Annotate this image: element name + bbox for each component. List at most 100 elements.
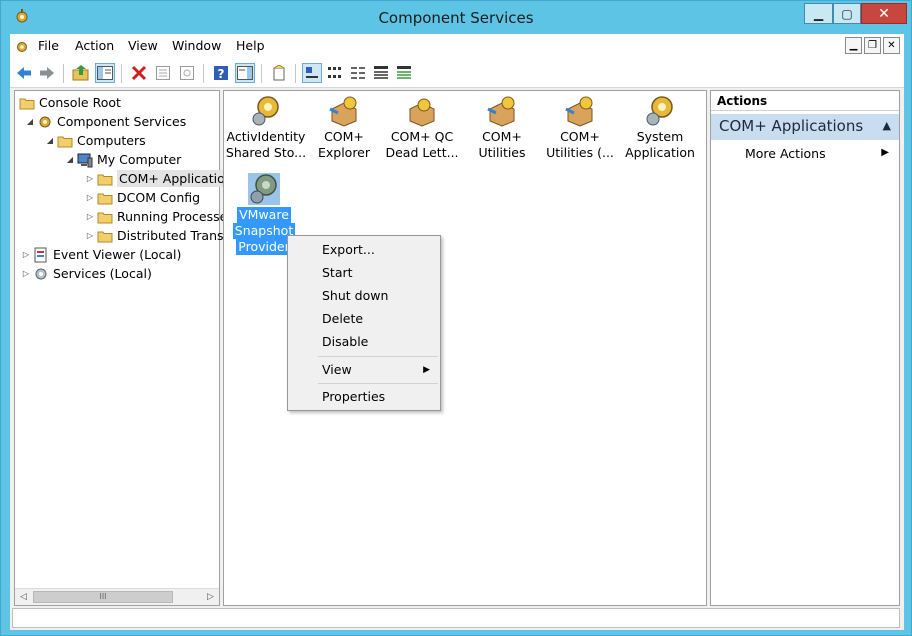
tree-horizontal-scrollbar[interactable]: ◁ III ▷ — [15, 588, 219, 605]
more-actions-item[interactable]: More Actions — [745, 146, 826, 161]
app-label: COM+ — [560, 129, 600, 144]
forward-button[interactable] — [37, 63, 57, 83]
delete-button[interactable] — [129, 63, 149, 83]
scroll-left-arrow-icon[interactable]: ◁ — [15, 589, 32, 605]
menu-bar: File Action View Window Help ▁ ❐ ✕ — [10, 34, 904, 58]
menu-action[interactable]: Action — [75, 38, 114, 53]
context-menu-start[interactable]: Start — [288, 262, 440, 284]
folder-icon — [97, 231, 113, 242]
toolbar-separator — [261, 64, 262, 83]
tree-item-computers[interactable]: ◢ Computers — [45, 131, 146, 150]
context-menu-delete[interactable]: Delete — [288, 308, 440, 330]
actions-section-com-applications[interactable]: COM+ Applications ▲ — [711, 114, 899, 140]
menu-help[interactable]: Help — [236, 38, 265, 53]
tree-item-label: Event Viewer (Local) — [53, 247, 182, 262]
component-services-window: Component Services ▁ ▢ ✕ File Action Vie… — [0, 0, 912, 636]
tree-item-distributed-transaction[interactable]: ▷ Distributed Transa — [85, 226, 231, 245]
tree-item-console-root[interactable]: Console Root — [19, 93, 121, 112]
tree-item-running-processes[interactable]: ▷ Running Processe — [85, 207, 227, 226]
toolbar-separator — [203, 64, 204, 83]
context-menu-properties[interactable]: Properties — [288, 386, 440, 408]
folder-icon — [57, 136, 73, 147]
context-menu-view-label: View — [322, 362, 352, 377]
tree-item-dcom-config[interactable]: ▷ DCOM Config — [85, 188, 200, 207]
tree-item-label: Distributed Transa — [117, 228, 232, 243]
app-actividentity[interactable]: ActivIdentity Shared Sto... — [224, 95, 308, 161]
detail-view-button[interactable] — [371, 63, 391, 83]
tree-item-label: My Computer — [97, 152, 182, 167]
window-title: Component Services — [378, 9, 534, 27]
tree-item-component-services[interactable]: ◢ Component Services — [25, 112, 186, 131]
properties-button[interactable] — [153, 63, 173, 83]
menu-view[interactable]: View — [128, 38, 158, 53]
console-tree[interactable]: Console Root ◢ Component Services ◢ Comp… — [14, 90, 231, 606]
maximize-button[interactable]: ▢ — [833, 3, 861, 24]
tree-item-label: Console Root — [39, 95, 121, 110]
menu-file[interactable]: File — [38, 38, 59, 53]
expand-arrow-icon[interactable]: ▷ — [21, 269, 31, 278]
scroll-right-arrow-icon[interactable]: ▷ — [202, 589, 219, 605]
app-label: Application — [625, 145, 695, 160]
app-label: Utilities — [478, 145, 526, 160]
expand-arrow-icon[interactable]: ▷ — [85, 174, 95, 183]
app-label: Explorer — [317, 145, 371, 160]
app-label: Dead Lett... — [385, 145, 459, 160]
help-button[interactable]: ? — [211, 63, 231, 83]
up-one-level-button[interactable] — [71, 63, 91, 83]
collapse-arrow-icon[interactable]: ◢ — [25, 117, 35, 126]
expand-arrow-icon[interactable]: ▷ — [85, 193, 95, 202]
context-menu-separator — [318, 383, 438, 384]
event-viewer-icon — [34, 247, 47, 262]
app-com-explorer[interactable]: COM+ Explorer — [302, 95, 386, 161]
submenu-arrow-icon[interactable]: ▶ — [881, 147, 889, 158]
show-hide-action-pane-button[interactable] — [235, 63, 255, 83]
app-system-application[interactable]: System Application — [618, 95, 702, 161]
menu-window[interactable]: Window — [172, 38, 221, 53]
tree-item-my-computer[interactable]: ◢ My Computer — [65, 150, 181, 169]
mdi-restore-button[interactable]: ❐ — [864, 37, 881, 54]
console-icon[interactable] — [14, 38, 30, 54]
collapse-up-arrow-icon[interactable]: ▲ — [883, 119, 891, 132]
folder-icon — [97, 212, 113, 223]
tree-item-com-applications[interactable]: ▷ COM+ Applicatio — [85, 169, 227, 188]
collapse-arrow-icon[interactable]: ◢ — [45, 136, 55, 145]
collapse-arrow-icon[interactable]: ◢ — [65, 155, 75, 164]
com-application-gear-icon — [646, 96, 673, 126]
close-button[interactable]: ✕ — [861, 3, 907, 24]
expand-arrow-icon[interactable]: ▷ — [85, 212, 95, 221]
context-menu-shut-down[interactable]: Shut down — [288, 285, 440, 307]
new-button[interactable] — [269, 63, 289, 83]
expand-arrow-icon[interactable]: ▷ — [85, 231, 95, 240]
tree-item-services[interactable]: ▷ Services (Local) — [21, 264, 152, 283]
list-view-button[interactable] — [348, 63, 368, 83]
large-icons-view-button[interactable] — [302, 63, 322, 83]
title-bar[interactable]: Component Services ▁ ▢ ✕ — [1, 1, 911, 34]
app-label: VMware — [237, 207, 291, 223]
export-list-button[interactable] — [177, 63, 197, 83]
app-com-qc-dead-letter[interactable]: COM+ QC Dead Lett... — [380, 95, 464, 161]
small-icons-view-button[interactable] — [325, 63, 345, 83]
small-icons-view — [328, 67, 341, 78]
app-com-utilities[interactable]: COM+ Utilities — [460, 95, 544, 161]
context-menu-view[interactable]: View ▶ — [288, 359, 440, 381]
app-label: Utilities (... — [546, 145, 614, 160]
com-application-box-icon — [409, 98, 435, 127]
status-view-button[interactable] — [394, 63, 414, 83]
expand-arrow-icon[interactable]: ▷ — [21, 250, 31, 259]
mdi-minimize-button[interactable]: ▁ — [845, 37, 862, 54]
tree-item-event-viewer[interactable]: ▷ Event Viewer (Local) — [21, 245, 181, 264]
back-button[interactable] — [14, 63, 34, 83]
com-application-box-icon — [487, 96, 515, 127]
context-menu-disable[interactable]: Disable — [288, 331, 440, 353]
show-hide-tree-button[interactable] — [95, 63, 115, 83]
actions-pane: Actions COM+ Applications ▲ More Actions… — [710, 90, 900, 606]
minimize-button[interactable]: ▁ — [804, 3, 833, 24]
forward-icon — [40, 67, 54, 79]
app-label: ActivIdentity — [226, 129, 306, 144]
list-view — [351, 67, 365, 79]
context-menu-export[interactable]: Export... — [288, 239, 440, 261]
mdi-close-button[interactable]: ✕ — [883, 37, 900, 54]
scroll-thumb[interactable]: III — [33, 591, 173, 603]
app-com-utilities-32[interactable]: COM+ Utilities (... — [538, 95, 622, 161]
tree-item-label: Component Services — [57, 114, 187, 129]
